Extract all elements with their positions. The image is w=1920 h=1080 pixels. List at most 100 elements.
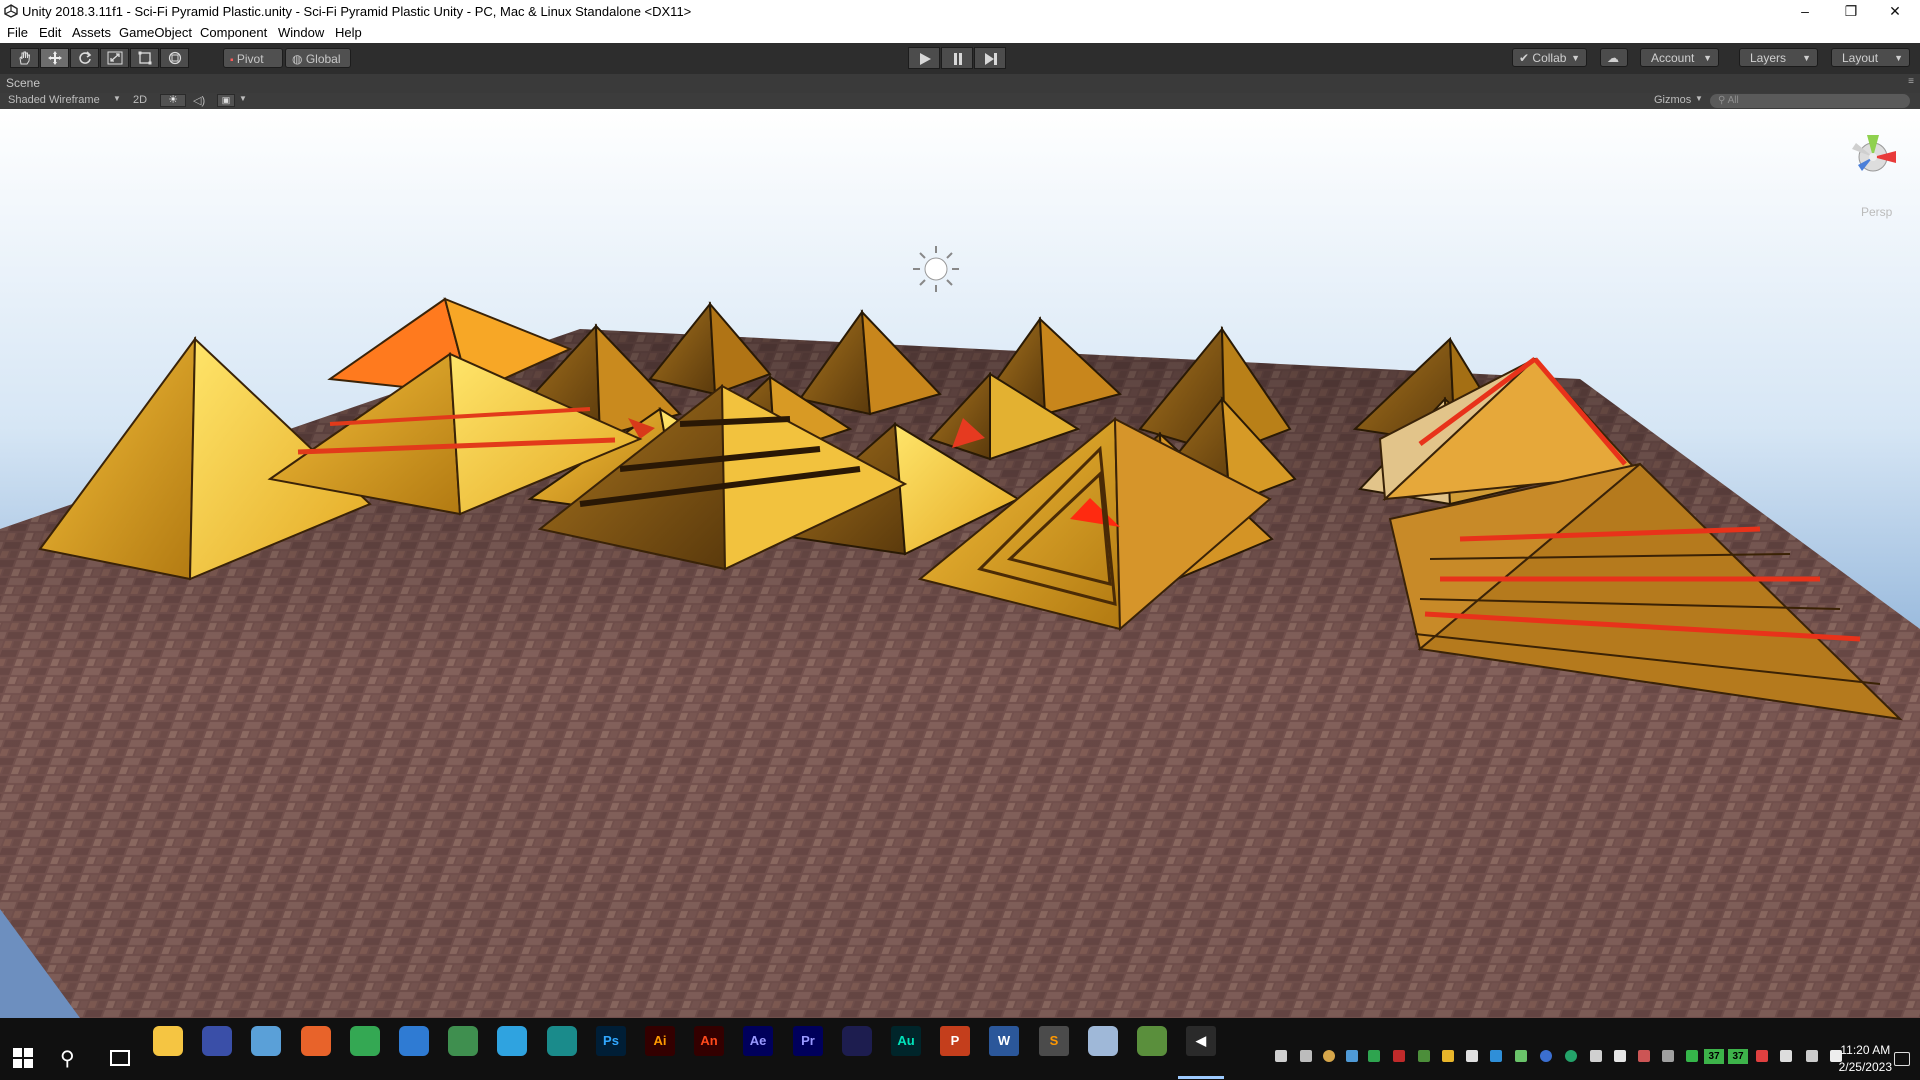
rect-tool-button[interactable] (130, 48, 159, 68)
layers-dropdown[interactable]: Layers ▼ (1739, 48, 1818, 67)
search-placeholder: All (1727, 95, 1739, 106)
step-button[interactable] (974, 47, 1006, 69)
scene-viewport[interactable]: 🔒 Persp (0, 109, 1920, 1018)
store-icon[interactable] (1137, 1026, 1167, 1056)
tray-icon[interactable] (1418, 1050, 1430, 1062)
illustrator-icon[interactable]: Ai (645, 1026, 675, 1056)
system-clock[interactable]: 11:20 AM 2/25/2023 (1839, 1042, 1892, 1076)
menu-help[interactable]: Help (335, 25, 362, 40)
lighting-toggle[interactable]: ☀ (160, 94, 186, 107)
start-button[interactable] (12, 1047, 34, 1069)
wifi-icon[interactable] (1662, 1050, 1674, 1062)
pivot-toggle-button[interactable]: ▪ Pivot (223, 48, 283, 68)
photoshop-icon[interactable]: Ps (596, 1026, 626, 1056)
tray-icon[interactable] (1323, 1050, 1335, 1062)
temp-indicator[interactable]: 37 (1704, 1049, 1724, 1064)
file-explorer-icon[interactable] (153, 1026, 183, 1056)
globe-icon[interactable] (448, 1026, 478, 1056)
media-encoder-icon[interactable] (842, 1026, 872, 1056)
tray-icon[interactable] (1540, 1050, 1552, 1062)
after-effects-icon[interactable]: Ae (743, 1026, 773, 1056)
animate-icon[interactable]: An (694, 1026, 724, 1056)
chrome-icon[interactable] (350, 1026, 380, 1056)
unity-icon[interactable]: ◀ (1186, 1026, 1216, 1056)
tray-icon[interactable] (1756, 1050, 1768, 1062)
play-icon (920, 53, 931, 65)
tray-icon[interactable] (1638, 1050, 1650, 1062)
word-icon[interactable]: W (989, 1026, 1019, 1056)
rotate-tool-button[interactable] (70, 48, 99, 68)
cloud-button[interactable]: ☁ (1600, 48, 1628, 67)
window-title: Unity 2018.3.11f1 - Sci-Fi Pyramid Plast… (22, 4, 692, 19)
search-button[interactable]: ⚲ (60, 1046, 75, 1071)
scale-tool-button[interactable] (100, 48, 129, 68)
step-icon (985, 53, 997, 65)
temp-indicator[interactable]: 37 (1728, 1049, 1748, 1064)
menu-window[interactable]: Window (278, 25, 324, 40)
pivot-label: Pivot (236, 52, 264, 66)
panel-menu-icon[interactable]: ≡ (1908, 76, 1914, 87)
clock-date: 2/25/2023 (1838, 1060, 1892, 1074)
maya-icon[interactable] (547, 1026, 577, 1056)
transform-tool-button[interactable] (160, 48, 189, 68)
windows-icon (13, 1048, 33, 1068)
menu-bar: File Edit Assets GameObject Component Wi… (0, 23, 1920, 44)
collab-dropdown[interactable]: ✔ Collab ▼ (1512, 48, 1587, 67)
audition-icon[interactable]: Au (891, 1026, 921, 1056)
layers-label: Layers (1750, 51, 1787, 65)
notification-button[interactable] (1894, 1052, 1910, 1066)
vpn-icon[interactable] (202, 1026, 232, 1056)
window-title-bar: Unity 2018.3.11f1 - Sci-Fi Pyramid Plast… (0, 0, 1920, 23)
hand-tool-button[interactable] (10, 48, 39, 68)
maximize-button[interactable]: ❐ (1828, 0, 1874, 23)
pause-button[interactable] (941, 47, 973, 69)
tray-icon[interactable] (1565, 1050, 1577, 1062)
tray-icon[interactable] (1442, 1050, 1454, 1062)
close-button[interactable]: ✕ (1872, 0, 1918, 23)
menu-gameobject[interactable]: GameObject (119, 25, 192, 40)
tray-icon[interactable] (1490, 1050, 1502, 1062)
minimize-button[interactable]: – (1782, 0, 1828, 23)
paint-icon[interactable] (251, 1026, 281, 1056)
layout-dropdown[interactable]: Layout ▼ (1831, 48, 1910, 67)
move-tool-button[interactable] (40, 48, 69, 68)
audio-toggle[interactable]: ◁) (193, 94, 205, 107)
menu-component[interactable]: Component (200, 25, 267, 40)
usb-icon[interactable] (1780, 1050, 1792, 1062)
global-toggle-button[interactable]: ◍ Global (285, 48, 351, 68)
firefox-icon[interactable] (301, 1026, 331, 1056)
account-dropdown[interactable]: Account ▼ (1640, 48, 1719, 67)
magnifier-icon[interactable] (399, 1026, 429, 1056)
tray-icon[interactable] (1346, 1050, 1358, 1062)
task-view-button[interactable] (110, 1050, 130, 1066)
premiere-icon[interactable]: Pr (793, 1026, 823, 1056)
tray-icon[interactable] (1368, 1050, 1380, 1062)
menu-edit[interactable]: Edit (39, 25, 61, 40)
pivot-icon: ▪ (230, 55, 234, 66)
tray-icon[interactable] (1515, 1050, 1527, 1062)
notepad-icon[interactable] (1088, 1026, 1118, 1056)
earth-icon[interactable] (497, 1026, 527, 1056)
powerpoint-icon[interactable]: P (940, 1026, 970, 1056)
gizmos-dropdown[interactable]: Gizmos (1654, 94, 1691, 106)
sublime-icon[interactable]: S (1039, 1026, 1069, 1056)
effects-toggle[interactable]: ▣ (217, 94, 235, 107)
tray-icon[interactable] (1806, 1050, 1818, 1062)
tray-icon[interactable] (1466, 1050, 1478, 1062)
2d-toggle[interactable]: 2D (133, 94, 147, 106)
menu-file[interactable]: File (7, 25, 28, 40)
tray-icon[interactable] (1275, 1050, 1287, 1062)
tray-icon[interactable] (1393, 1050, 1405, 1062)
shading-mode-dropdown[interactable]: Shaded Wireframe (8, 94, 100, 106)
tray-icon[interactable] (1590, 1050, 1602, 1062)
hand-icon (19, 51, 31, 65)
tray-icon[interactable] (1300, 1050, 1312, 1062)
tray-icon[interactable] (1686, 1050, 1698, 1062)
menu-assets[interactable]: Assets (72, 25, 111, 40)
tray-icon[interactable] (1614, 1050, 1626, 1062)
scene-search-input[interactable]: ⚲ All (1710, 94, 1910, 108)
play-button[interactable] (908, 47, 940, 69)
scene-tab[interactable]: Scene (6, 76, 40, 90)
scene-render: 🔒 (0, 109, 1920, 1018)
projection-label[interactable]: Persp (1861, 205, 1892, 219)
